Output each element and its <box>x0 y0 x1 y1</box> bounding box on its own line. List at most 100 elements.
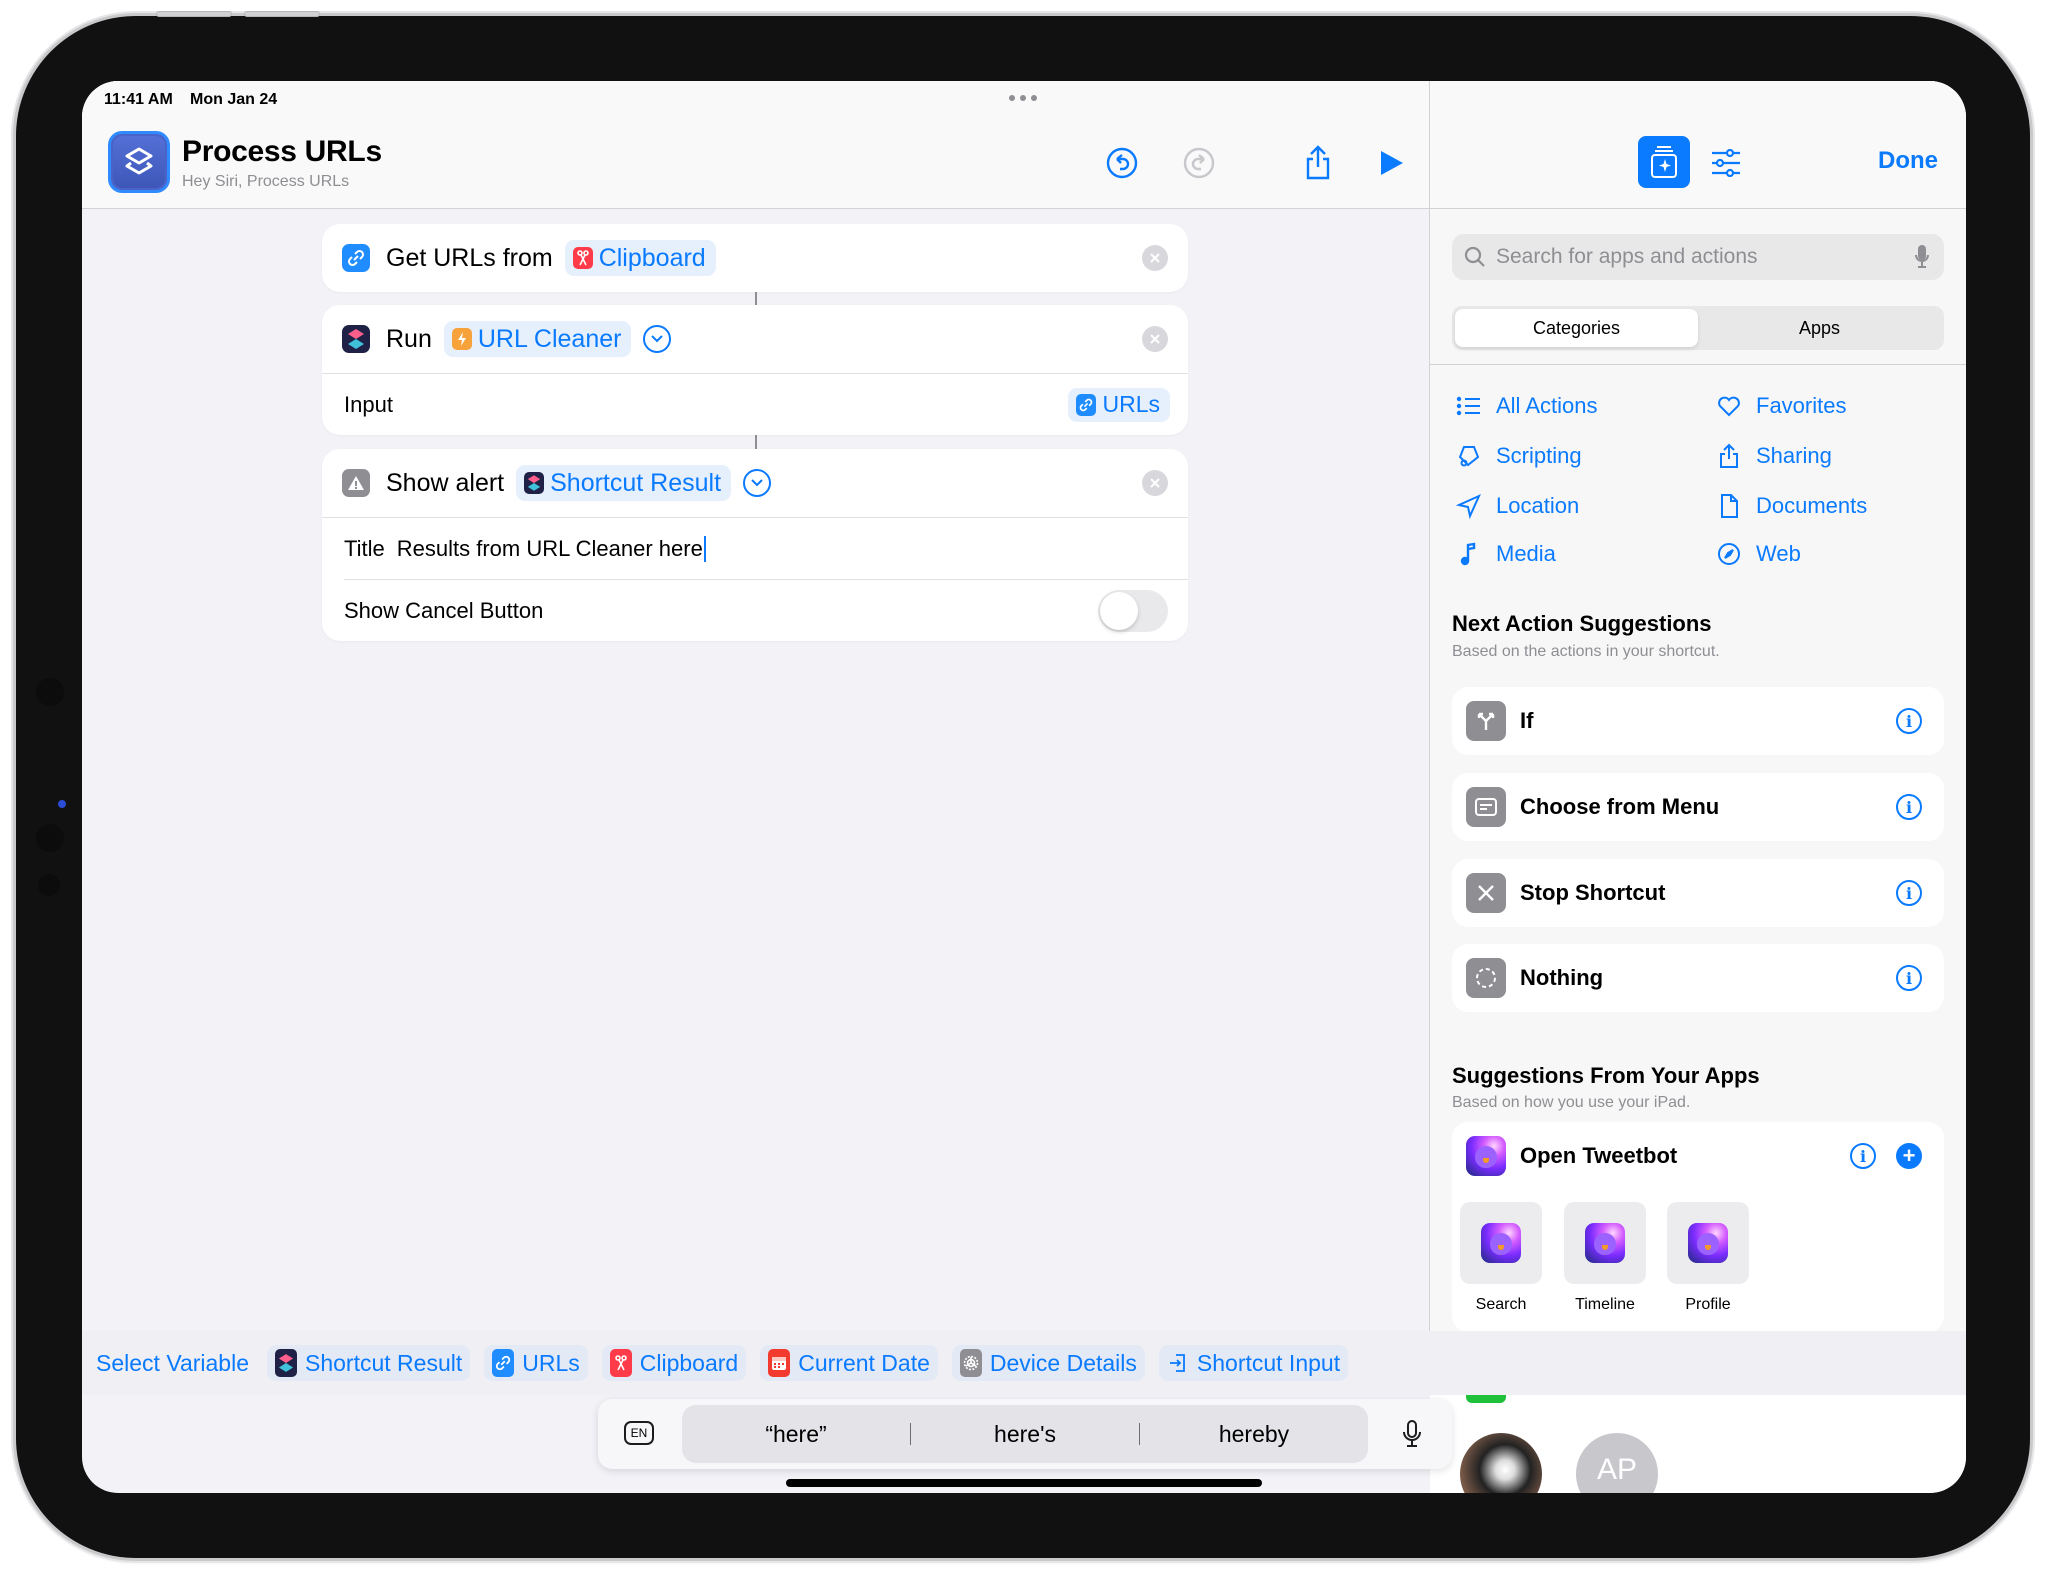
action-run-shortcut[interactable]: Run URL Cleaner Input URLs <box>322 305 1188 435</box>
tweetbot-timeline-tile[interactable] <box>1564 1202 1646 1284</box>
info-button[interactable]: i <box>1896 880 1922 906</box>
variable-label: Shortcut Result <box>305 1349 463 1376</box>
suggestion-label: Stop Shortcut <box>1520 880 1666 905</box>
category-label: Media <box>1496 541 1556 566</box>
tweetbot-search-tile[interactable] <box>1460 1202 1542 1284</box>
shortcut-title[interactable]: Process URLs <box>182 135 382 169</box>
share-icon <box>1720 443 1738 468</box>
category-media[interactable]: Media <box>1456 541 1556 567</box>
remove-action-button[interactable] <box>1142 470 1168 496</box>
dashed-circle-icon <box>1466 958 1506 998</box>
done-button[interactable]: Done <box>1878 147 1938 175</box>
expand-chevron-button[interactable] <box>643 325 672 353</box>
music-note-icon <box>1460 542 1476 566</box>
action-show-alert[interactable]: Show alert Shortcut Result Title Results… <box>322 449 1188 641</box>
calendar-icon <box>768 1349 791 1377</box>
category-web[interactable]: Web <box>1716 541 1801 567</box>
redo-icon <box>1183 147 1215 179</box>
action-get-urls[interactable]: Get URLs from Clipboard <box>322 224 1188 292</box>
remove-action-button[interactable] <box>1142 245 1168 271</box>
segment-categories[interactable]: Categories <box>1455 309 1698 347</box>
actions-panel: Done Search for apps and actions Categor… <box>1430 81 1966 1332</box>
variable-shortcut-result[interactable]: Shortcut Result <box>267 1345 471 1381</box>
variable-clipboard[interactable]: Clipboard <box>601 1345 747 1381</box>
suggestion-stop-shortcut[interactable]: Stop Shortcut i <box>1452 859 1944 927</box>
tile-label: Profile <box>1685 1296 1731 1313</box>
category-favorites[interactable]: Favorites <box>1716 393 1846 419</box>
input-parameter-row[interactable]: Input URLs <box>322 373 1188 435</box>
predictive-word[interactable]: hereby <box>1140 1421 1368 1448</box>
undo-button[interactable] <box>1102 143 1142 183</box>
token-label: Clipboard <box>598 243 706 272</box>
suggestion-if[interactable]: If i <box>1452 687 1944 755</box>
variable-device-details[interactable]: Device Details <box>951 1345 1145 1381</box>
category-scripting[interactable]: Scripting <box>1456 443 1582 469</box>
app-suggestions-subtitle: Based on how you use your iPad. <box>1452 1094 1691 1111</box>
info-button[interactable]: i <box>1850 1143 1876 1169</box>
category-label: Documents <box>1756 493 1868 518</box>
category-all-actions[interactable]: All Actions <box>1456 393 1598 419</box>
tweetbot-profile-tile[interactable] <box>1667 1202 1749 1284</box>
share-button[interactable] <box>1298 143 1338 183</box>
undo-icon <box>1106 147 1138 179</box>
contact-avatar-photo[interactable] <box>1460 1433 1542 1493</box>
info-button[interactable]: i <box>1896 965 1922 991</box>
show-cancel-toggle[interactable] <box>1098 589 1168 632</box>
action-search-field[interactable]: Search for apps and actions <box>1452 234 1944 280</box>
shortcut-result-token[interactable]: Shortcut Result <box>516 465 732 501</box>
category-sharing[interactable]: Sharing <box>1716 443 1832 469</box>
info-button[interactable]: i <box>1896 794 1922 820</box>
category-documents[interactable]: Documents <box>1716 493 1867 519</box>
sparkle-library-icon <box>1651 146 1677 178</box>
dictation-button[interactable] <box>1402 1419 1422 1454</box>
home-indicator[interactable] <box>786 1479 1262 1487</box>
multitasking-dots[interactable] <box>1009 95 1037 101</box>
run-button[interactable] <box>1372 143 1412 183</box>
info-button[interactable]: i <box>1896 708 1922 734</box>
shortcut-icon-button[interactable] <box>108 131 170 193</box>
predictive-word[interactable]: here's <box>911 1421 1139 1448</box>
select-variable-button[interactable]: Select Variable <box>96 1350 249 1377</box>
background-app: AP <box>1430 1393 1966 1493</box>
suggestion-label: If <box>1520 708 1534 733</box>
sliders-icon <box>1712 149 1740 177</box>
expand-chevron-button[interactable] <box>743 469 772 497</box>
category-label: Sharing <box>1756 443 1832 468</box>
contact-avatar-initials[interactable]: AP <box>1576 1433 1658 1493</box>
alert-title-field[interactable]: Title Results from URL Cleaner here <box>322 517 1188 579</box>
variable-shortcut-input[interactable]: Shortcut Input <box>1158 1345 1349 1381</box>
url-cleaner-token[interactable]: URL Cleaner <box>443 321 632 357</box>
search-icon <box>1464 246 1485 267</box>
chevron-down-icon <box>651 335 664 343</box>
variable-current-date[interactable]: Current Date <box>760 1345 938 1381</box>
screen: Process URLs Hey Siri, Process URLs Get … <box>82 81 1966 1493</box>
status-date: Mon Jan 24 <box>190 91 278 108</box>
suggestion-label: Open Tweetbot <box>1520 1143 1678 1168</box>
open-tweetbot-row[interactable]: Open Tweetbot i + <box>1466 1136 1944 1176</box>
settings-button[interactable] <box>1706 143 1746 183</box>
remove-action-button[interactable] <box>1142 326 1168 352</box>
shortcuts-icon <box>524 472 545 494</box>
suggestion-nothing[interactable]: Nothing i <box>1452 944 1944 1012</box>
keyboard-language-button[interactable]: EN <box>624 1421 654 1445</box>
next-actions-title: Next Action Suggestions <box>1452 611 1712 636</box>
microphone-icon <box>1915 245 1929 268</box>
variable-urls[interactable]: URLs <box>484 1345 588 1381</box>
camera-lens <box>58 800 66 808</box>
predictive-suggestions: “here” here's hereby <box>682 1405 1368 1463</box>
segment-apps[interactable]: Apps <box>1698 309 1941 347</box>
siri-phrase: Hey Siri, Process URLs <box>182 173 350 190</box>
add-action-button[interactable]: + <box>1896 1143 1922 1169</box>
predictive-word[interactable]: “here” <box>682 1421 910 1448</box>
redo-button[interactable] <box>1179 143 1219 183</box>
variable-label: Current Date <box>798 1349 930 1376</box>
suggestion-choose-from-menu[interactable]: Choose from Menu i <box>1452 773 1944 841</box>
action-library-button[interactable] <box>1638 136 1690 188</box>
title-input[interactable]: Results from URL Cleaner here <box>397 536 703 562</box>
urls-token[interactable]: URLs <box>1068 387 1170 422</box>
clipboard-token[interactable]: Clipboard <box>564 240 716 276</box>
tweetbot-app-icon <box>1688 1223 1728 1263</box>
category-location[interactable]: Location <box>1456 493 1579 519</box>
app-suggestions-title: Suggestions From Your Apps <box>1452 1063 1760 1088</box>
variable-label: Shortcut Input <box>1196 1349 1341 1376</box>
